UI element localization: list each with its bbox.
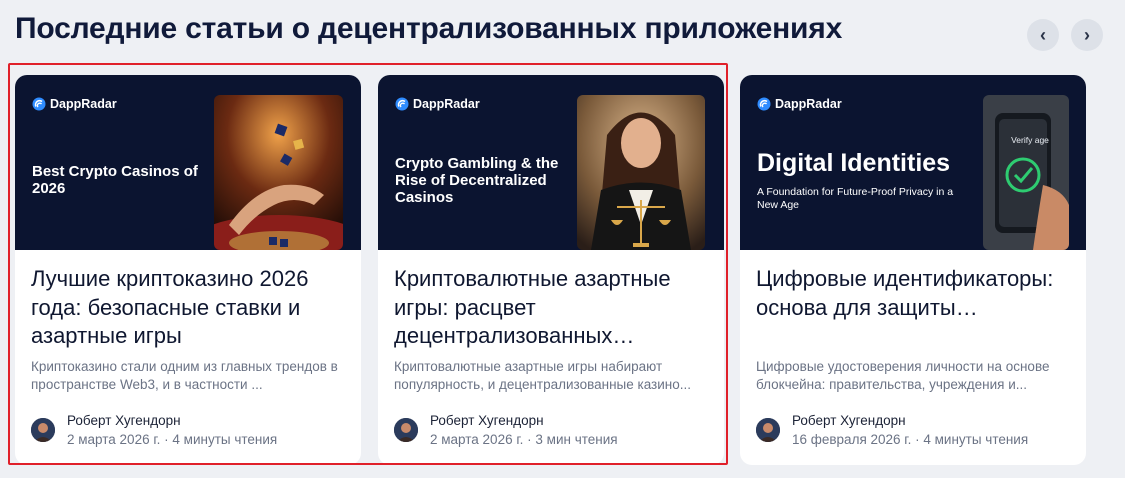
article-banner[interactable]: DappRadar Best Crypto Casinos of 2026 <box>15 75 361 250</box>
article-date: 2 марта 2026 г. <box>430 432 524 447</box>
chevron-right-icon: › <box>1084 24 1090 45</box>
casino-dice-photo <box>214 95 343 250</box>
phone-verify-photo <box>983 95 1069 250</box>
brand-logo: DappRadar <box>395 97 480 111</box>
read-time: 4 минуты чтения <box>172 432 278 447</box>
dappradar-icon <box>32 97 46 111</box>
brand-name: DappRadar <box>50 97 117 111</box>
article-excerpt: Криптоказино стали одним из главных трен… <box>31 359 338 392</box>
avatar <box>756 418 780 442</box>
article-date: 16 февраля 2026 г. <box>792 432 912 447</box>
brand-logo: DappRadar <box>32 97 117 111</box>
article-meta: 2 марта 2026 г. · 3 мин чтения <box>430 431 618 449</box>
article-banner[interactable]: DappRadar Crypto Gambling & the Rise of … <box>378 75 724 250</box>
author-row: Роберт Хугендорн 16 февраля 2026 г. · 4 … <box>756 412 1028 449</box>
read-time: 4 минуты чтения <box>923 432 1029 447</box>
article-excerpt: Криптовалютные азартные игры набирают по… <box>394 359 691 392</box>
article-card[interactable]: DappRadar Digital Identities A Foundatio… <box>740 75 1086 465</box>
dappradar-icon <box>757 97 771 111</box>
chevron-left-icon: ‹ <box>1040 24 1046 45</box>
section-title: Последние статьи о децентрализованных пр… <box>15 12 843 45</box>
banner-headline: Best Crypto Casinos of 2026 <box>32 163 198 197</box>
read-time: 3 мин чтения <box>535 432 618 447</box>
dappradar-icon <box>395 97 409 111</box>
article-card[interactable]: DappRadar Crypto Gambling & the Rise of … <box>378 75 724 465</box>
verify-age-caption: Verify age <box>1011 135 1049 145</box>
author-name[interactable]: Роберт Хугендорн <box>67 412 277 430</box>
article-title[interactable]: Лучшие криптоказино 2026 года: безопасны… <box>31 265 351 351</box>
banner-headline: Digital Identities <box>757 149 951 177</box>
article-banner[interactable]: DappRadar Digital Identities A Foundatio… <box>740 75 1086 250</box>
avatar <box>31 418 55 442</box>
author-name[interactable]: Роберт Хугендорн <box>792 412 1028 430</box>
banner-subtitle: A Foundation for Future-Proof Privacy in… <box>757 186 954 211</box>
article-excerpt: Цифровые удостоверения личности на основ… <box>756 359 1050 392</box>
article-title[interactable]: Цифровые идентификаторы: основа для защи… <box>756 265 1076 351</box>
author-row: Роберт Хугендорн 2 марта 2026 г. · 4 мин… <box>31 412 277 449</box>
article-meta: 16 февраля 2026 г. · 4 минуты чтения <box>792 431 1028 449</box>
meta-separator: · <box>527 432 532 447</box>
carousel-next-button[interactable]: › <box>1071 19 1103 51</box>
article-date: 2 марта 2026 г. <box>67 432 161 447</box>
woman-with-scales-photo <box>577 95 705 250</box>
article-title[interactable]: Криптовалютные азартные игры: расцвет де… <box>394 265 714 351</box>
brand-name: DappRadar <box>413 97 480 111</box>
author-row: Роберт Хугендорн 2 марта 2026 г. · 3 мин… <box>394 412 618 449</box>
author-name[interactable]: Роберт Хугендорн <box>430 412 618 430</box>
article-card[interactable]: DappRadar Best Crypto Casinos of 2026 Лу… <box>15 75 361 465</box>
banner-headline: Crypto Gambling & the Rise of Decentrali… <box>395 155 559 206</box>
carousel-prev-button[interactable]: ‹ <box>1027 19 1059 51</box>
meta-separator: · <box>164 432 169 447</box>
meta-separator: · <box>915 432 920 447</box>
brand-logo: DappRadar <box>757 97 842 111</box>
article-meta: 2 марта 2026 г. · 4 минуты чтения <box>67 431 277 449</box>
brand-name: DappRadar <box>775 97 842 111</box>
avatar <box>394 418 418 442</box>
